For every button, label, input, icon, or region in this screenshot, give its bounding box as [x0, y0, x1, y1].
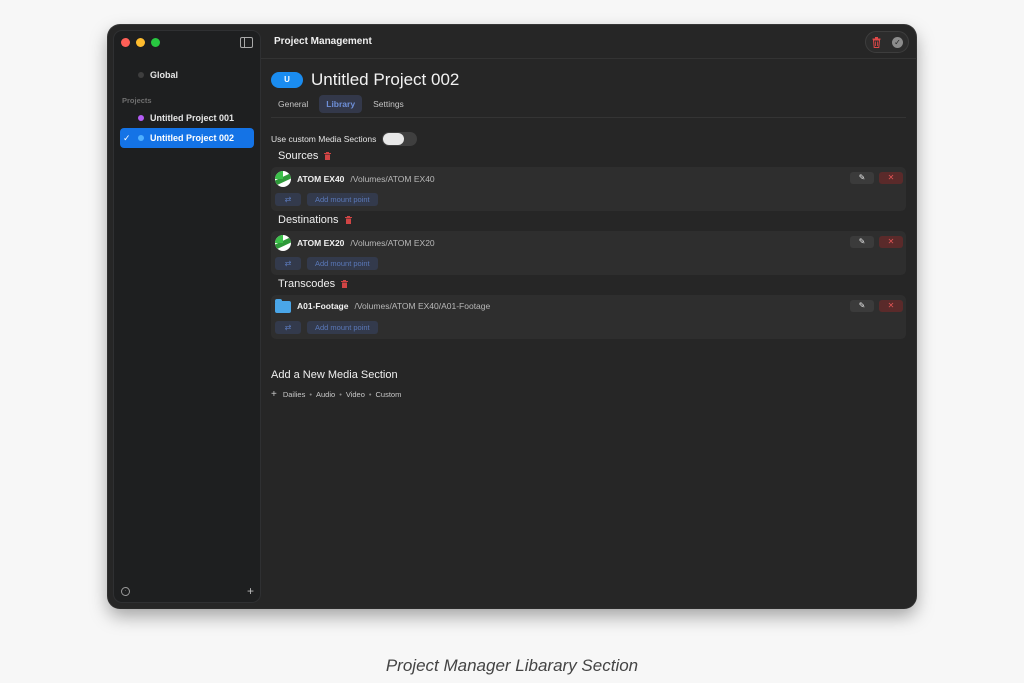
section-title: Transcodes — [278, 278, 336, 290]
swap-icon[interactable]: ⇄ — [275, 321, 301, 334]
zoom-window-button[interactable] — [151, 38, 160, 47]
add-section-options: + Dailies • Audio • Video • Custom — [271, 389, 401, 400]
item-path: /Volumes/ATOM EX20 — [350, 238, 435, 248]
folder-icon — [275, 299, 291, 313]
caption: Project Manager Libarary Section — [385, 656, 639, 675]
tab-settings[interactable]: Settings — [366, 95, 411, 113]
item-path: /Volumes/ATOM EX40/A01-Footage — [354, 301, 491, 311]
add-mount-point-button[interactable]: Add mount point — [307, 321, 378, 334]
mount-row: ⇄ Add mount point — [275, 321, 378, 334]
section-title: Sources — [278, 150, 319, 162]
minimize-window-button[interactable] — [136, 38, 145, 47]
add-mount-point-button[interactable]: Add mount point — [307, 193, 378, 206]
media-section-card-sources: ATOM EX40 /Volumes/ATOM EX40 ✎ ✕ ⇄ Add m… — [271, 167, 906, 211]
project-color-dot-icon — [138, 115, 144, 121]
add-project-button[interactable]: + — [247, 584, 254, 598]
sidebar-item-global[interactable]: Global — [120, 65, 254, 85]
add-mount-point-button[interactable]: Add mount point — [307, 257, 378, 270]
sidebar-item-label: Global — [150, 70, 179, 80]
media-section-card-destinations: ATOM EX20 /Volumes/ATOM EX20 ✎ ✕ ⇄ Add m… — [271, 231, 906, 275]
project-color-dot-icon — [138, 135, 144, 141]
swap-icon[interactable]: ⇄ — [275, 193, 301, 206]
sidebar-item-project-002[interactable]: ✓ Untitled Project 002 — [120, 128, 254, 148]
trash-icon[interactable] — [324, 152, 332, 160]
remove-button[interactable]: ✕ — [879, 236, 903, 248]
custom-sections-row: Use custom Media Sections — [271, 132, 418, 146]
drive-icon — [275, 171, 291, 187]
item-path: /Volumes/ATOM EX40 — [350, 174, 435, 184]
sidebar-toggle-icon[interactable] — [240, 37, 253, 48]
item-name: ATOM EX20 — [297, 238, 345, 248]
trash-icon[interactable] — [341, 280, 349, 288]
confirm-check-icon[interactable]: ✓ — [892, 37, 903, 48]
separator: • — [309, 390, 312, 399]
sidebar-item-label: Untitled Project 002 — [150, 133, 235, 143]
plus-icon: + — [271, 389, 277, 400]
custom-sections-label: Use custom Media Sections — [271, 134, 377, 144]
divider — [271, 117, 906, 118]
mount-row: ⇄ Add mount point — [275, 257, 378, 270]
custom-sections-toggle[interactable] — [382, 132, 418, 146]
list-item[interactable]: ATOM EX40 /Volumes/ATOM EX40 — [275, 171, 435, 187]
edit-button[interactable]: ✎ — [850, 300, 874, 312]
add-option-video[interactable]: Video — [346, 390, 365, 399]
project-avatar: U — [271, 72, 303, 88]
page-title: Untitled Project 002 — [311, 70, 460, 89]
tab-library[interactable]: Library — [319, 95, 363, 113]
drive-icon — [275, 235, 291, 251]
close-window-button[interactable] — [121, 38, 130, 47]
swap-icon[interactable]: ⇄ — [275, 257, 301, 270]
media-section-card-transcodes: A01-Footage /Volumes/ATOM EX40/A01-Foota… — [271, 295, 906, 339]
remove-button[interactable]: ✕ — [879, 300, 903, 312]
separator: • — [368, 390, 372, 399]
sidebar-item-label: Untitled Project 001 — [150, 113, 235, 123]
add-section-title: Add a New Media Section — [271, 369, 398, 381]
list-item[interactable]: A01-Footage /Volumes/ATOM EX40/A01-Foota… — [275, 299, 490, 313]
add-option-dailies[interactable]: Dailies — [283, 390, 306, 399]
global-dot-icon — [138, 72, 144, 78]
section-title: Destinations — [278, 214, 339, 226]
remove-button[interactable]: ✕ — [879, 172, 903, 184]
tab-general[interactable]: General — [271, 95, 315, 113]
settings-circle-icon[interactable]: · — [121, 587, 130, 596]
list-item[interactable]: ATOM EX20 /Volumes/ATOM EX20 — [275, 235, 435, 251]
trash-icon[interactable] — [872, 37, 881, 48]
title-actions: ✓ — [865, 31, 909, 53]
divider — [261, 58, 916, 59]
checkmark-icon: ✓ — [123, 132, 131, 143]
item-name: ATOM EX40 — [297, 174, 345, 184]
tab-bar: General Library Settings — [271, 95, 411, 113]
item-name: A01-Footage — [297, 301, 349, 311]
section-header-sources: Sources — [278, 150, 332, 162]
sidebar-section-projects: Projects — [122, 96, 152, 105]
edit-button[interactable]: ✎ — [850, 236, 874, 248]
sidebar: Global Projects Untitled Project 001 ✓ U… — [113, 30, 261, 603]
section-header-destinations: Destinations — [278, 214, 352, 226]
add-option-custom[interactable]: Custom — [376, 390, 402, 399]
add-option-audio[interactable]: Audio — [316, 390, 335, 399]
app-window: Global Projects Untitled Project 001 ✓ U… — [108, 25, 916, 608]
trash-icon[interactable] — [344, 216, 352, 224]
window-title: Project Management — [274, 36, 372, 47]
edit-button[interactable]: ✎ — [850, 172, 874, 184]
sidebar-item-project-001[interactable]: Untitled Project 001 — [120, 108, 254, 128]
window-controls — [121, 38, 160, 47]
mount-row: ⇄ Add mount point — [275, 193, 378, 206]
separator: • — [339, 390, 342, 399]
section-header-transcodes: Transcodes — [278, 278, 349, 290]
